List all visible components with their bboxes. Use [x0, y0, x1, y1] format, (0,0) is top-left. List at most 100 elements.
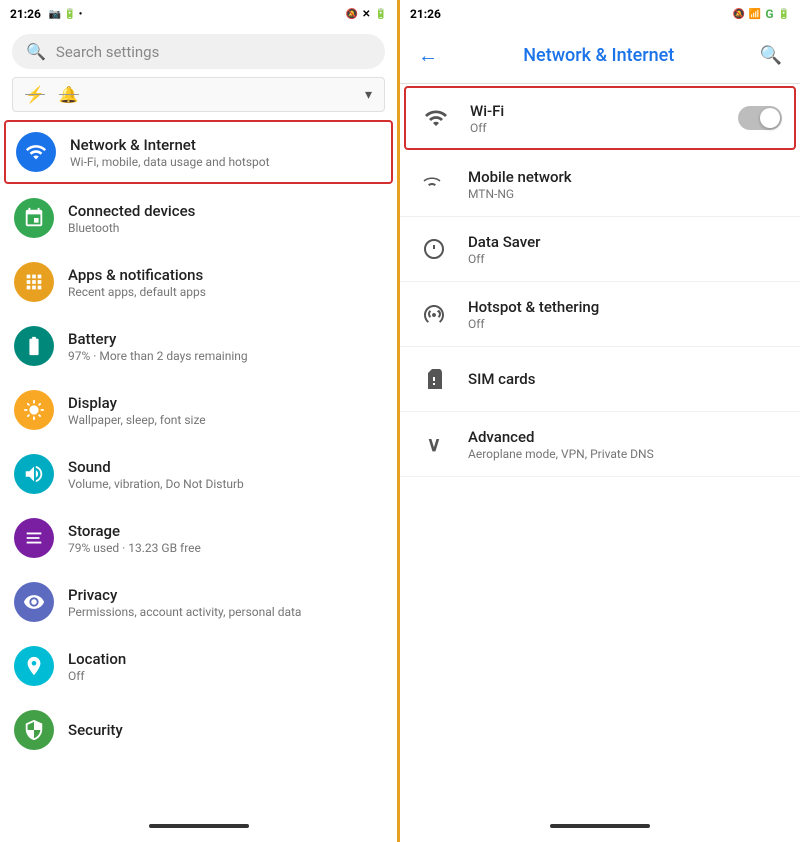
sound-text: Sound Volume, vibration, Do Not Disturb	[68, 458, 383, 491]
storage-icon	[14, 518, 54, 558]
storage-title: Storage	[68, 522, 383, 540]
storage-subtitle: 79% used · 13.23 GB free	[68, 541, 383, 555]
data-saver-title: Data Saver	[468, 233, 784, 251]
settings-item-network-internet[interactable]: Network & Internet Wi-Fi, mobile, data u…	[4, 120, 393, 184]
data-saver-icon	[416, 231, 452, 267]
advanced-icon: ∨	[416, 426, 452, 462]
mobile-network-icon	[416, 166, 452, 202]
filter-icon-1: ⚡	[25, 85, 45, 104]
settings-item-display[interactable]: Display Wallpaper, sleep, font size	[0, 378, 397, 442]
settings-item-location[interactable]: Location Off	[0, 634, 397, 698]
settings-item-connected-devices[interactable]: Connected devices Bluetooth	[0, 186, 397, 250]
left-panel: 21:26 📷 🔋 • 🔕 ✕ 🔋 🔍 Search settings ⚡ 🔔 …	[0, 0, 400, 842]
battery-text: Battery 97% · More than 2 days remaining	[68, 330, 383, 363]
bottom-bar-right	[400, 814, 800, 842]
settings-list: Network & Internet Wi-Fi, mobile, data u…	[0, 118, 397, 814]
bottom-line-right	[550, 824, 650, 828]
signal-icon-right: 📶	[749, 9, 761, 20]
time-left: 21:26	[10, 7, 41, 21]
hotspot-icon	[416, 296, 452, 332]
search-bar[interactable]: 🔍 Search settings	[12, 34, 385, 69]
right-status-icons-left: 🔕 ✕ 🔋	[346, 9, 387, 20]
mute-icon: 🔕	[346, 9, 358, 20]
status-icons-left: 📷 🔋 •	[49, 9, 82, 20]
display-title: Display	[68, 394, 383, 412]
sim-cards-icon	[416, 361, 452, 397]
wifi-toggle-wrap	[738, 106, 782, 130]
connected-devices-text: Connected devices Bluetooth	[68, 202, 383, 235]
location-text: Location Off	[68, 650, 383, 683]
right-header: ← Network & Internet 🔍	[400, 28, 800, 84]
right-item-sim-cards[interactable]: SIM cards	[400, 347, 800, 412]
connected-devices-title: Connected devices	[68, 202, 383, 220]
settings-item-storage[interactable]: Storage 79% used · 13.23 GB free	[0, 506, 397, 570]
battery-item-icon	[14, 326, 54, 366]
display-subtitle: Wallpaper, sleep, font size	[68, 413, 383, 427]
network-internet-title: Network & Internet	[70, 136, 381, 154]
network-internet-subtitle: Wi-Fi, mobile, data usage and hotspot	[70, 155, 381, 169]
sound-title: Sound	[68, 458, 383, 476]
time-right: 21:26	[410, 7, 441, 21]
location-icon	[14, 646, 54, 686]
wifi-toggle-knob	[760, 108, 780, 128]
g-icon: G	[765, 7, 773, 21]
hotspot-text: Hotspot & tethering Off	[468, 298, 784, 331]
location-subtitle: Off	[68, 669, 383, 683]
right-item-mobile-network[interactable]: Mobile network MTN-NG	[400, 152, 800, 217]
storage-text: Storage 79% used · 13.23 GB free	[68, 522, 383, 555]
sim-cards-title: SIM cards	[468, 370, 784, 388]
security-title: Security	[68, 721, 383, 739]
search-icon: 🔍	[26, 42, 46, 61]
battery-icon: 🔋	[375, 9, 387, 20]
wifi-toggle[interactable]	[738, 106, 782, 130]
apps-notifications-icon	[14, 262, 54, 302]
data-saver-subtitle: Off	[468, 252, 784, 266]
apps-notifications-subtitle: Recent apps, default apps	[68, 285, 383, 299]
right-item-advanced[interactable]: ∨ Advanced Aeroplane mode, VPN, Private …	[400, 412, 800, 477]
sim-cards-text: SIM cards	[468, 370, 784, 388]
advanced-title: Advanced	[468, 428, 784, 446]
right-item-wifi[interactable]: Wi-Fi Off	[404, 86, 796, 150]
right-panel-title: Network & Internet	[446, 45, 752, 66]
sound-icon	[14, 454, 54, 494]
mobile-network-text: Mobile network MTN-NG	[468, 168, 784, 201]
privacy-icon	[14, 582, 54, 622]
hotspot-title: Hotspot & tethering	[468, 298, 784, 316]
right-search-icon[interactable]: 🔍	[752, 37, 790, 74]
display-text: Display Wallpaper, sleep, font size	[68, 394, 383, 427]
bottom-bar-left	[0, 814, 397, 842]
right-settings-list: Wi-Fi Off Mobile network MTN-NG	[400, 84, 800, 814]
location-title: Location	[68, 650, 383, 668]
privacy-title: Privacy	[68, 586, 383, 604]
right-status-icons-right: 🔕 📶 G 🔋	[732, 7, 790, 21]
connected-devices-icon	[14, 198, 54, 238]
security-text: Security	[68, 721, 383, 739]
wifi-text: Wi-Fi Off	[470, 102, 738, 135]
settings-item-security[interactable]: Security	[0, 698, 397, 762]
settings-item-privacy[interactable]: Privacy Permissions, account activity, p…	[0, 570, 397, 634]
wifi-title: Wi-Fi	[470, 102, 738, 120]
settings-item-sound[interactable]: Sound Volume, vibration, Do Not Disturb	[0, 442, 397, 506]
back-button[interactable]: ←	[410, 35, 446, 76]
advanced-text: Advanced Aeroplane mode, VPN, Private DN…	[468, 428, 784, 461]
privacy-text: Privacy Permissions, account activity, p…	[68, 586, 383, 619]
network-internet-text: Network & Internet Wi-Fi, mobile, data u…	[70, 136, 381, 169]
right-item-hotspot[interactable]: Hotspot & tethering Off	[400, 282, 800, 347]
right-panel: 21:26 🔕 📶 G 🔋 ← Network & Internet 🔍 Wi-…	[400, 0, 800, 842]
right-item-data-saver[interactable]: Data Saver Off	[400, 217, 800, 282]
advanced-subtitle: Aeroplane mode, VPN, Private DNS	[468, 447, 784, 461]
settings-item-battery[interactable]: Battery 97% · More than 2 days remaining	[0, 314, 397, 378]
sound-subtitle: Volume, vibration, Do Not Disturb	[68, 477, 383, 491]
search-placeholder: Search settings	[56, 43, 159, 61]
mobile-network-title: Mobile network	[468, 168, 784, 186]
bottom-line-left	[149, 824, 249, 828]
filter-row[interactable]: ⚡ 🔔 ▾	[12, 77, 385, 112]
apps-notifications-text: Apps & notifications Recent apps, defaul…	[68, 266, 383, 299]
mute-icon-right: 🔕	[732, 9, 744, 20]
signal-icon: ✕	[362, 9, 370, 20]
filter-chevron-icon: ▾	[365, 87, 372, 103]
wifi-subtitle: Off	[470, 121, 738, 135]
filter-icon-2: 🔔	[59, 85, 79, 104]
settings-item-apps-notifications[interactable]: Apps & notifications Recent apps, defaul…	[0, 250, 397, 314]
security-icon	[14, 710, 54, 750]
